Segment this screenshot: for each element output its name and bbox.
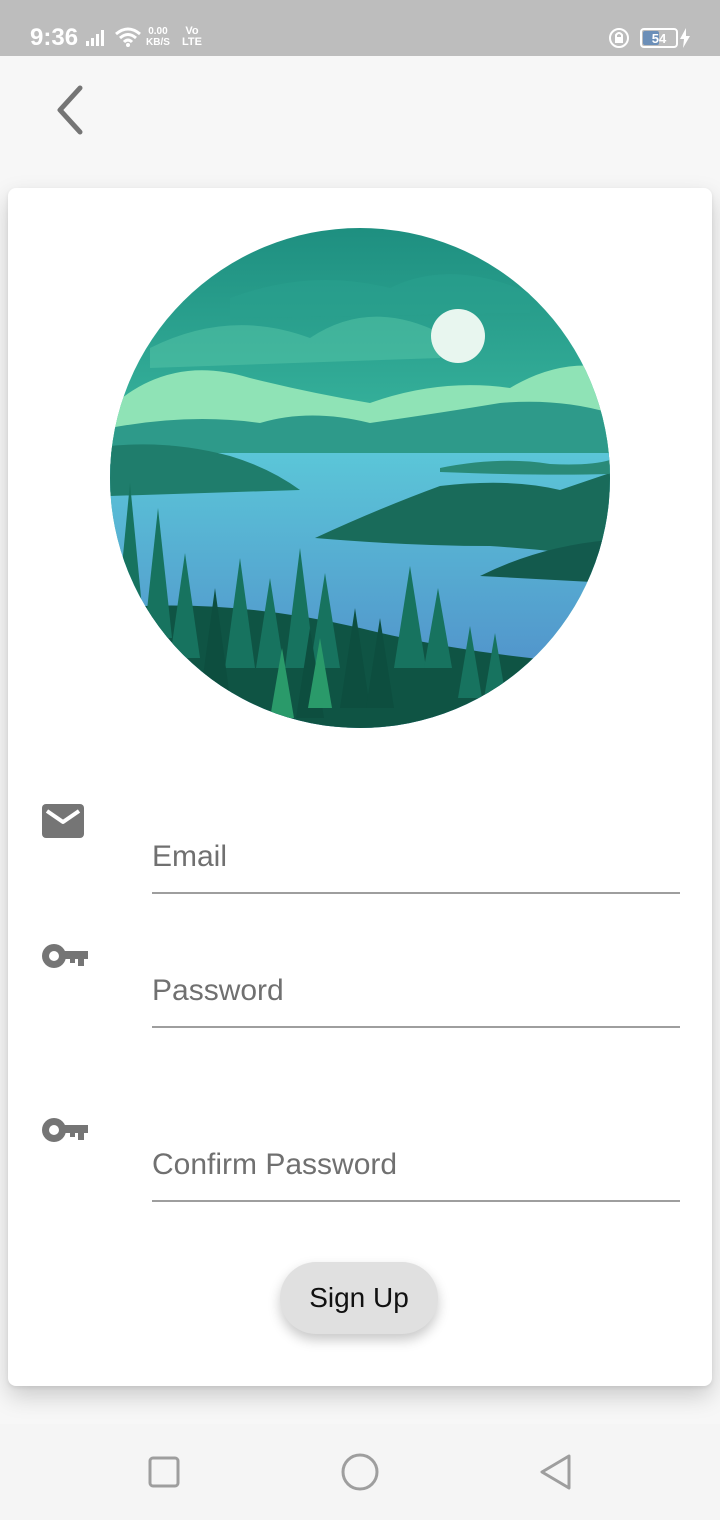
signup-card: Sign Up bbox=[8, 188, 712, 1386]
sign-up-button[interactable]: Sign Up bbox=[280, 1262, 438, 1334]
hero-image bbox=[110, 228, 610, 728]
email-row bbox=[8, 798, 712, 898]
wifi-icon bbox=[114, 26, 142, 53]
status-time: 9:36 bbox=[30, 24, 79, 51]
back-button[interactable] bbox=[40, 78, 100, 142]
navigation-bar bbox=[0, 1424, 720, 1520]
battery-level: 54 bbox=[651, 30, 667, 46]
volte-indicator: Vo LTE bbox=[182, 26, 202, 48]
recents-square-icon[interactable] bbox=[146, 1452, 182, 1497]
chevron-left-icon bbox=[57, 85, 83, 135]
key-icon bbox=[42, 1116, 88, 1149]
battery-icon: 54 bbox=[640, 28, 678, 48]
charging-icon bbox=[680, 28, 690, 53]
confirm-password-field[interactable] bbox=[152, 1130, 680, 1202]
network-speed: 0.00 KB/S bbox=[146, 26, 170, 48]
confirm-password-row bbox=[8, 1106, 712, 1206]
password-field[interactable] bbox=[152, 956, 680, 1028]
network-speed-unit: KB/S bbox=[146, 37, 170, 48]
home-circle-icon[interactable] bbox=[340, 1452, 380, 1497]
mail-icon bbox=[42, 804, 86, 845]
lock-rotation-icon bbox=[608, 27, 630, 54]
signal-icon bbox=[86, 28, 108, 51]
password-row bbox=[8, 932, 712, 1032]
status-bar: 9:36 0.00 KB/S Vo LTE 54 bbox=[0, 0, 720, 56]
email-field[interactable] bbox=[152, 822, 680, 894]
volte-bottom: LTE bbox=[182, 36, 202, 48]
back-triangle-icon[interactable] bbox=[536, 1452, 576, 1497]
network-speed-value: 0.00 bbox=[148, 26, 168, 37]
key-icon bbox=[42, 942, 88, 975]
